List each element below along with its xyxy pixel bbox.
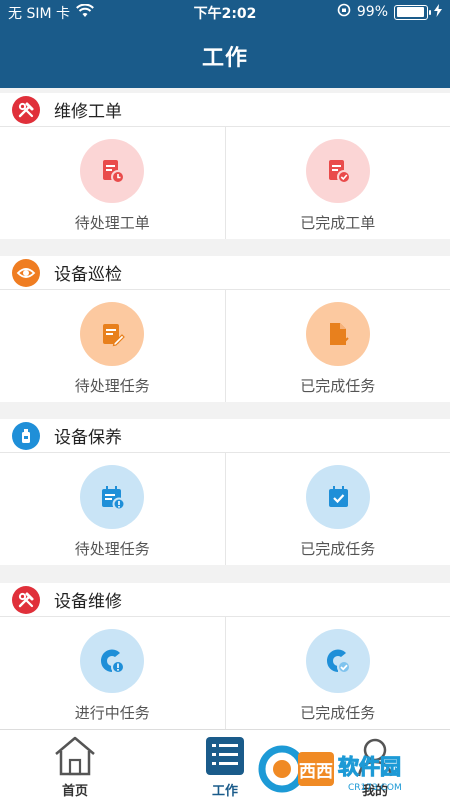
tile-label: 待处理任务 [74,377,150,395]
maintenance-bottle-icon [12,421,40,450]
pending-calendar-icon [80,465,145,529]
svg-text:西西: 西西 [299,762,333,782]
section-equipment-repair: 设备维修 [0,583,450,617]
section-grid: 待处理任务 已完成任务 [0,453,450,565]
tile-label: 已完成任务 [300,377,376,395]
section-grid: 待处理任务 已完成任务 [0,290,450,402]
completed-file-icon [305,302,370,366]
section-repair-orders: 维修工单 [0,93,450,127]
tab-home[interactable]: 首页 [35,734,115,799]
inspection-eye-icon [12,258,40,287]
completed-inspection-tile[interactable]: 已完成任务 [224,290,450,402]
completed-calendar-icon [305,465,370,529]
in-progress-repair-tile[interactable]: 进行中任务 [0,617,225,729]
tab-work-label: 工作 [211,784,238,799]
battery-percent: 99% [356,4,388,20]
section-grid: 待处理工单 已完成工单 [0,127,450,239]
tile-label: 进行中任务 [74,704,150,722]
section-inspection: 设备巡检 [0,256,450,290]
tab-home-label: 首页 [61,784,88,799]
charging-icon [434,3,442,21]
completed-repair-tile[interactable]: 已完成任务 [224,617,450,729]
app-header: 无 SIM 卡 下午2:02 99% 工作 [0,0,450,88]
section-grid: 进行中任务 已完成任务 [0,617,450,729]
section-title: 设备巡检 [54,265,122,285]
in-progress-repair-icon [80,629,145,693]
battery-icon [394,4,431,20]
pending-orders-tile[interactable]: 待处理工单 [0,127,225,239]
pending-maintenance-tile[interactable]: 待处理任务 [0,453,225,565]
section-title: 维修工单 [54,102,122,122]
orientation-lock-icon [337,3,351,21]
pending-inspection-tile[interactable]: 待处理任务 [0,290,225,402]
wrench-hammer-icon [12,585,40,614]
tile-label: 已完成工单 [300,214,376,232]
tile-label: 待处理任务 [74,540,150,558]
tile-label: 已完成任务 [300,540,376,558]
page-title: 工作 [201,46,248,71]
svg-text:软件园: 软件园 [338,755,401,779]
section-maintenance: 设备保养 [0,419,450,453]
tile-label: 待处理工单 [74,214,150,232]
completed-orders-tile[interactable]: 已完成工单 [224,127,450,239]
wrench-hammer-icon [12,95,40,124]
completed-maintenance-tile[interactable]: 已完成任务 [224,453,450,565]
tab-work[interactable]: 工作 [185,734,265,799]
status-bar: 无 SIM 卡 下午2:02 99% [0,0,450,24]
pending-document-icon [80,139,145,203]
work-list-icon [206,737,244,775]
completed-document-icon [305,139,370,203]
completed-repair-icon [305,629,370,693]
svg-text:CR173.COM: CR173.COM [348,783,402,793]
tile-label: 已完成任务 [300,704,376,722]
home-icon [55,736,95,776]
pending-edit-icon [80,302,145,366]
watermark-logo: 西西 软件园 CR173.COM [258,742,448,796]
section-title: 设备维修 [54,592,122,612]
section-title: 设备保养 [54,428,122,448]
